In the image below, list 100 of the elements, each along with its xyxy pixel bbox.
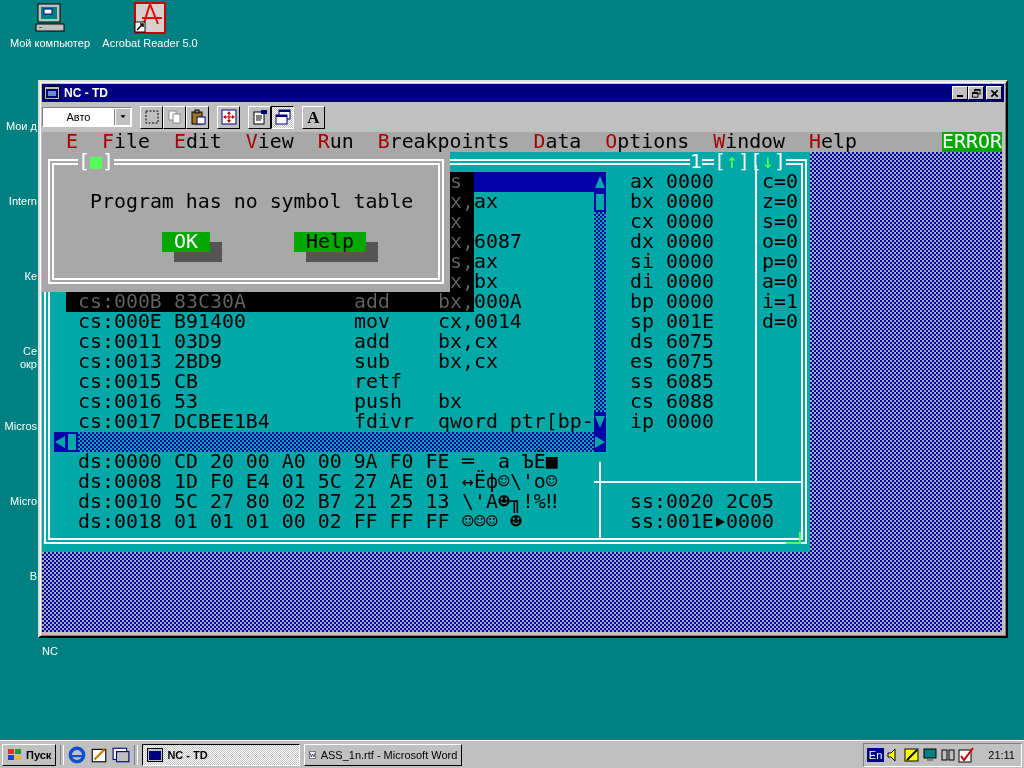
menu-item[interactable]: Window	[713, 132, 786, 152]
icon-label[interactable]: B	[29, 570, 37, 583]
menu-item[interactable]: Edit	[173, 132, 222, 152]
paste-toolbar-button[interactable]	[186, 105, 209, 129]
checkbox-icon[interactable]	[958, 746, 975, 763]
code-mnemonic: push	[354, 392, 402, 412]
register-name: cx	[630, 212, 654, 232]
start-button[interactable]: Пуск	[2, 743, 57, 766]
taskbar-button[interactable]: NC - TD	[142, 743, 301, 766]
register-value: 6075	[666, 332, 714, 352]
icon-label[interactable]: Micro	[10, 495, 37, 508]
code-address: cs:0017	[78, 412, 162, 432]
menu-item[interactable]: File	[102, 132, 150, 152]
icon-label[interactable]: Ке	[24, 270, 37, 283]
code-address: cs:0011	[78, 332, 162, 352]
register-name: ax	[630, 172, 654, 192]
monitor-icon[interactable]	[922, 746, 939, 763]
document-shortcut-icon[interactable]	[134, 2, 166, 34]
menu-item[interactable]: Options	[605, 132, 690, 152]
network-icon[interactable]	[940, 746, 957, 763]
copy-toolbar-button[interactable]	[163, 105, 186, 129]
code-address: cs:000B	[78, 292, 162, 312]
icon-label[interactable]: NC	[42, 645, 58, 658]
close-button[interactable]	[986, 86, 1002, 100]
flag-value: i=1	[762, 292, 798, 312]
register-name: es	[630, 352, 654, 372]
register-name: sp	[630, 312, 654, 332]
font-size-dropdown[interactable]: Авто	[42, 107, 132, 127]
register-name: ss	[630, 372, 654, 392]
restore-icon	[971, 88, 981, 98]
menu-item[interactable]: Breakpoints	[377, 132, 510, 152]
scroll-thumb[interactable]	[594, 192, 606, 212]
scroll-left-icon[interactable]	[54, 432, 66, 452]
code-bytes: 53	[174, 392, 198, 412]
clock: 21:11	[988, 748, 1015, 761]
code-mnemonic: add	[354, 332, 390, 352]
code-bytes: B91400	[174, 312, 246, 332]
register-value: 6088	[666, 392, 714, 412]
mark-toolbar-button[interactable]	[140, 105, 163, 129]
language-indicator[interactable]: En	[866, 747, 885, 762]
icon-label[interactable]: окр	[19, 358, 37, 371]
scroll-up-icon[interactable]	[594, 172, 606, 192]
code-operands: bx,cx	[438, 352, 498, 372]
dump-bytes: 1D F0 E4 01 5C 27 AE 01	[174, 472, 450, 492]
icon-label[interactable]: Мои д	[5, 120, 37, 133]
register-value: 0000	[666, 272, 714, 292]
restore-button[interactable]	[968, 86, 984, 100]
icon-label[interactable]: Се	[22, 345, 37, 358]
close-icon	[989, 88, 999, 98]
icon-label[interactable]: Micros	[4, 420, 37, 433]
dump-chars: \'А☻╖!%‼	[462, 492, 558, 512]
register-value: 6075	[666, 352, 714, 372]
register-value: 0000	[666, 292, 714, 312]
scroll-down-icon[interactable]	[594, 412, 606, 432]
menu-item[interactable]: View	[245, 132, 294, 152]
icon-label[interactable]: Intern	[8, 195, 37, 208]
properties-toolbar-button[interactable]	[248, 105, 271, 129]
menu-item[interactable]: Data	[533, 132, 582, 152]
dump-bytes: 5C 27 80 02 B7 21 25 13	[174, 492, 450, 512]
browser-icon[interactable]	[68, 745, 87, 764]
dump-bytes: 01 01 01 00 02 FF FF FF	[174, 512, 450, 532]
paste-icon	[189, 109, 206, 125]
menu-item[interactable]: Help	[809, 132, 857, 152]
code-operands: bx,cx	[438, 332, 498, 352]
resize-handle[interactable]	[786, 532, 801, 544]
code-address: cs:000E	[78, 312, 162, 332]
font-toolbar-button[interactable]: A	[302, 105, 325, 129]
computer-icon[interactable]	[34, 2, 66, 34]
flag-value: o=0	[762, 232, 798, 252]
minimize-button[interactable]	[952, 86, 968, 100]
dump-address: ds:0000	[78, 452, 162, 472]
horizontal-scrollbar[interactable]	[54, 432, 606, 452]
icon-label[interactable]: Мой компьютер	[9, 37, 91, 50]
scroll-right-icon[interactable]	[594, 432, 606, 452]
menu-item[interactable]: Ë	[66, 132, 78, 152]
dump-bytes: CD 20 00 A0 00 9A F0 FE	[174, 452, 450, 472]
taskbar-button[interactable]: ASS_1n.rtf - Microsoft Word	[304, 743, 463, 766]
icon-label[interactable]: Acrobat Reader 5.0	[102, 37, 198, 50]
status-indicator: ERROR	[942, 132, 1002, 152]
dump-address: ds:0010	[78, 492, 162, 512]
code-bytes: DCBEE1B4	[174, 412, 270, 432]
code-operands: qword ptr[bp-	[438, 412, 594, 432]
menu-item[interactable]: Run	[317, 132, 354, 152]
pencil-icon[interactable]	[904, 746, 921, 763]
flag-value: z=0	[762, 192, 798, 212]
vertical-scrollbar[interactable]	[594, 172, 606, 432]
fullscreen-toolbar-button[interactable]	[217, 105, 240, 129]
background-toolbar-button[interactable]	[271, 105, 294, 129]
show-desktop-icon[interactable]	[112, 745, 131, 764]
register-name: ip	[630, 412, 654, 432]
flag-value: c=0	[762, 172, 798, 192]
register-name: dx	[630, 232, 654, 252]
register-value: 0000	[666, 192, 714, 212]
register-value: 001E	[666, 312, 714, 332]
stack-value: 2C05	[726, 492, 774, 512]
register-name: cs	[630, 392, 654, 412]
code-bytes: 2BD9	[174, 352, 222, 372]
code-bytes: 03D9	[174, 332, 222, 352]
code-operands: s	[450, 172, 462, 192]
dialog-button[interactable]: Help	[294, 232, 366, 252]
